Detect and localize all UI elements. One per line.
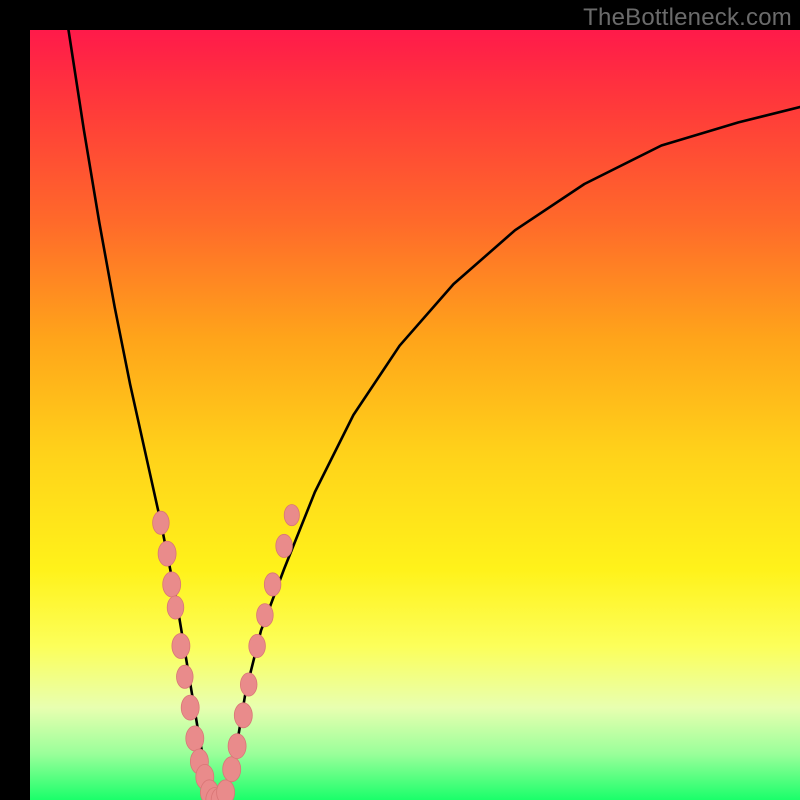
- curve-marker: [223, 757, 241, 782]
- curve-marker: [163, 572, 181, 597]
- curve-marker: [249, 634, 266, 657]
- curve-marker: [167, 596, 184, 619]
- chart-overlay: [0, 0, 800, 800]
- curve-marker: [217, 780, 235, 800]
- curve-marker: [276, 534, 293, 557]
- curve-marker: [240, 673, 257, 696]
- marker-group: [153, 504, 300, 800]
- curve-marker: [284, 504, 299, 525]
- curve-marker: [228, 734, 246, 759]
- curve-marker: [153, 511, 170, 534]
- curve-marker: [186, 726, 204, 751]
- curve-marker: [172, 634, 190, 659]
- chart-frame: TheBottleneck.com: [0, 0, 800, 800]
- curve-marker: [181, 695, 199, 720]
- curve-marker: [158, 541, 176, 566]
- curve-marker: [264, 573, 281, 596]
- curve-marker: [177, 665, 194, 688]
- curve-marker: [234, 703, 252, 728]
- curve-marker: [257, 604, 274, 627]
